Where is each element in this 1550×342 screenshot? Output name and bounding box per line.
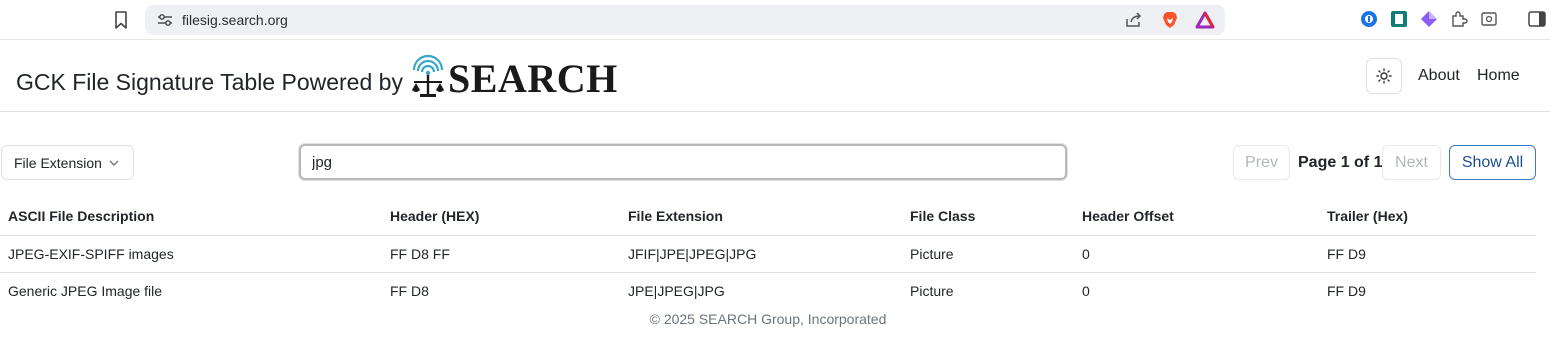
extension-gem-icon[interactable] (1420, 10, 1438, 28)
scales-emblem-icon (412, 54, 444, 97)
column-header[interactable]: Header Offset (1074, 198, 1319, 236)
search-field-selected: File Extension (14, 155, 102, 171)
table-cell: JFIF|JPE|JPEG|JPG (620, 235, 902, 273)
browser-toolbar: filesig.search.org (0, 0, 1550, 40)
sidebar-toggle-icon[interactable] (1528, 10, 1546, 28)
table-cell: FF D9 (1319, 235, 1536, 273)
address-bar[interactable]: filesig.search.org (145, 5, 1225, 35)
extensions-puzzle-icon[interactable] (1450, 10, 1468, 28)
site-header: GCK File Signature Table Powered by SEAR… (0, 41, 1550, 112)
table-cell: Generic JPEG Image file (8, 282, 163, 299)
search-input[interactable] (299, 144, 1067, 180)
prev-page-button[interactable]: Prev (1233, 145, 1290, 180)
extension-icon[interactable] (1390, 10, 1408, 28)
table-cell: FF D9 (1327, 282, 1366, 299)
table-cell: FF D8 (390, 282, 429, 299)
bookmark-icon[interactable] (112, 10, 130, 30)
table-cell: JPEG-EXIF-SPIFF images (0, 235, 382, 273)
column-header[interactable]: Trailer (Hex) (1319, 198, 1536, 236)
table-cell: 0 (1074, 235, 1319, 273)
table-row: Generic JPEG Image file FF D8 JPE|JPEG|J… (0, 272, 1536, 309)
site-settings-icon[interactable] (157, 13, 173, 27)
brave-rewards-icon[interactable] (1195, 11, 1215, 29)
share-icon[interactable] (1125, 12, 1143, 28)
table-cell: 0 (1082, 282, 1090, 299)
table-cell: Picture (910, 282, 954, 299)
chevron-down-icon (109, 160, 119, 166)
search-logo[interactable]: SEARCH (410, 54, 618, 101)
brave-shields-icon[interactable] (1161, 11, 1179, 29)
column-header[interactable]: File Class (902, 198, 1074, 236)
table-cell: Picture (902, 235, 1074, 273)
show-all-button[interactable]: Show All (1449, 145, 1536, 180)
table-cell: JPE|JPEG|JPG (628, 282, 725, 299)
page-indicator: Page 1 of 1 (1298, 154, 1383, 171)
page-title: GCK File Signature Table Powered by (16, 69, 403, 95)
table-cell: FF D8 FF (382, 235, 620, 273)
logo-wordmark: SEARCH (448, 56, 618, 101)
column-header[interactable]: File Extension (620, 198, 902, 236)
search-field-select[interactable]: File Extension (1, 145, 134, 180)
footer-copyright: © 2025 SEARCH Group, Incorporated (649, 311, 887, 327)
column-header[interactable]: ASCII File Description (0, 198, 382, 236)
sun-icon (1376, 68, 1392, 84)
signature-table: ASCII File Description Header (HEX) File… (0, 198, 1536, 309)
reading-list-icon[interactable] (1480, 10, 1498, 28)
nav-home-link[interactable]: Home (1477, 67, 1520, 85)
table-row: JPEG-EXIF-SPIFF images FF D8 FF JFIF|JPE… (0, 235, 1536, 273)
password-manager-extension-icon[interactable] (1360, 10, 1378, 28)
nav-about-link[interactable]: About (1418, 67, 1460, 85)
next-page-button[interactable]: Next (1382, 145, 1441, 180)
theme-toggle-button[interactable] (1366, 58, 1402, 94)
url-text[interactable]: filesig.search.org (182, 12, 288, 28)
column-header[interactable]: Header (HEX) (382, 198, 620, 236)
table-header-row: ASCII File Description Header (HEX) File… (0, 198, 1536, 236)
